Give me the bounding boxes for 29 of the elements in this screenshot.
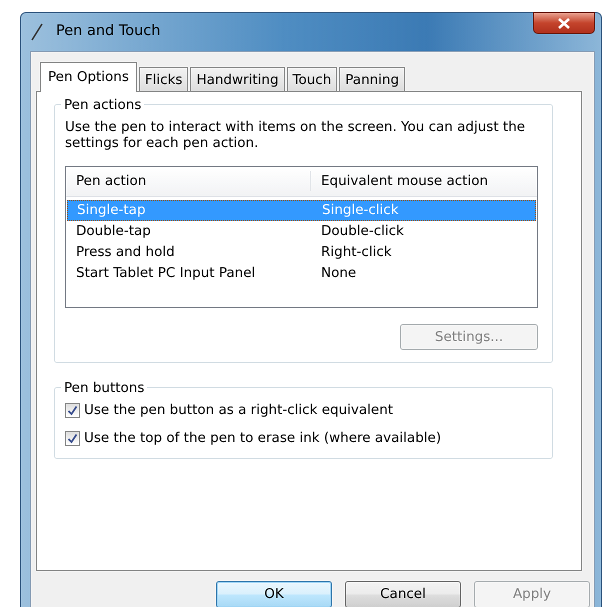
list-cell-text: Single-click [321,201,399,220]
tab[interactable]: Pen Options [40,62,137,92]
checkbox[interactable] [65,430,80,446]
close-icon [557,18,571,28]
tab[interactable]: Panning [339,67,406,92]
description-text: Use the pen to interact with items on the screen. You can adjust the settings for each pen action. [65,119,526,152]
list-cell-text: Right-click [320,243,392,262]
checkbox-label: Use the top of the pen to erase ink (where available) [84,429,442,448]
tab[interactable]: Touch [286,67,338,92]
list-row[interactable]: Double-tap Double-click [67,220,536,242]
list-row[interactable]: Press and hold Right-click [67,242,536,263]
dialog-button[interactable]: Cancel [345,581,461,607]
column-header[interactable]: Pen action [66,171,311,192]
tab[interactable]: Handwriting [190,67,285,92]
pen-icon [30,23,44,41]
list-row[interactable]: Start Tablet PC Input Panel None [67,262,536,284]
dialog-button[interactable]: OK [216,581,332,607]
list-cell-text: Start Tablet PC Input Panel [75,264,256,283]
checkbox-label: Use the pen button as a right-click equivalent [84,400,394,420]
window-title: Pen and Touch [56,22,160,42]
list-cell-text: Press and hold [75,243,176,262]
list-cell-text: Double-click [320,222,404,241]
tab[interactable]: Flicks [138,67,188,92]
list-cell-text: None [320,264,356,283]
column-header[interactable]: Equivalent mouse action [311,171,488,192]
list-cell-text: Double-tap [75,222,152,241]
checkbox[interactable] [65,402,80,418]
close-button[interactable] [533,12,595,34]
list-cell-text: Single-tap [76,201,147,220]
